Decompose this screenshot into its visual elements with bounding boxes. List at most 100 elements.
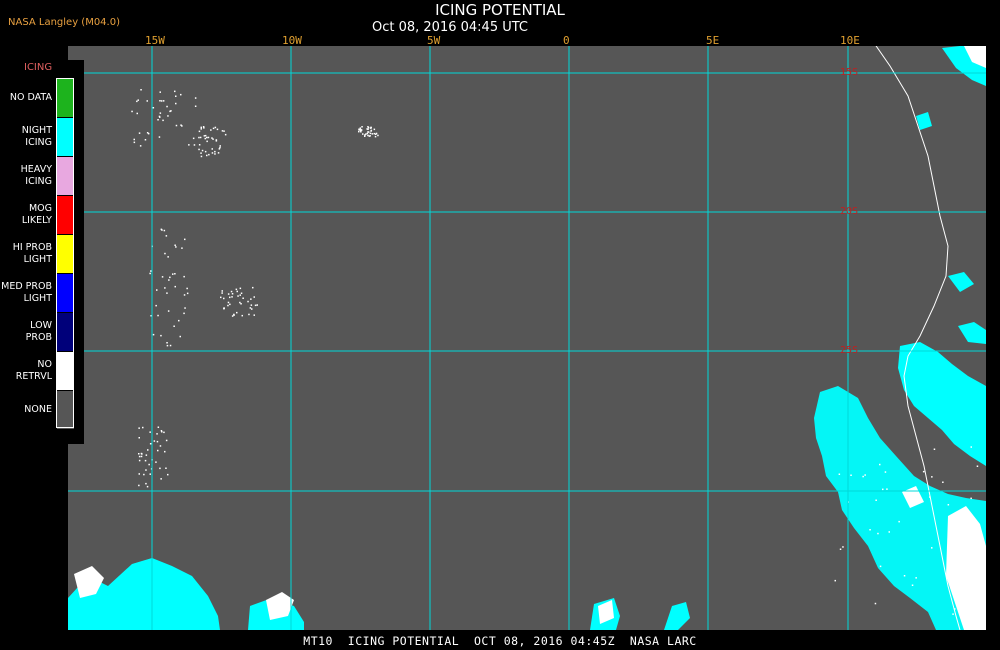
cloud-speckle [931, 547, 933, 549]
cloud-speckle [931, 476, 933, 478]
cloud-speckle [164, 252, 166, 255]
cloud-speckle [160, 478, 162, 480]
cloud-speckle [183, 312, 185, 315]
cloud-speckle [220, 296, 222, 299]
legend-border [56, 78, 74, 428]
cloud-speckle [161, 431, 163, 433]
cloud-speckle [138, 453, 140, 455]
cloud-speckle [157, 449, 159, 452]
cloud-speckle [194, 105, 197, 107]
cloud-speckle [250, 304, 253, 306]
cloud-speckle [359, 127, 362, 129]
cloud-speckle [173, 325, 175, 327]
cloud-speckle [370, 130, 372, 132]
cloud-speckle [201, 149, 204, 152]
cloud-speckle [157, 314, 159, 317]
cloud-speckle [149, 473, 151, 475]
cloud-speckle [362, 133, 364, 135]
cloud-speckle [230, 290, 233, 293]
cloud-speckle [140, 455, 143, 458]
cloud-speckle [159, 112, 162, 114]
cloud-speckle [249, 307, 252, 309]
cloud-speckle [199, 136, 202, 139]
cloud-speckle [155, 304, 157, 307]
cloud-speckle [174, 273, 176, 275]
cloud-speckle [942, 481, 944, 483]
cloud-speckle [219, 145, 221, 147]
cloud-speckle [175, 95, 177, 97]
cloud-speckle [231, 293, 234, 295]
cloud-speckle [875, 499, 877, 501]
cloud-speckle [223, 297, 225, 300]
cloud-speckle [164, 450, 166, 453]
cloud-speckle [229, 303, 231, 306]
cloud-speckle [221, 290, 223, 292]
cloud-speckle [152, 333, 155, 336]
cloud-speckle [200, 128, 202, 130]
cloud-speckle [202, 126, 205, 128]
cloud-speckle [133, 141, 136, 144]
cloud-speckle [912, 496, 914, 498]
cloud-speckle [235, 288, 238, 291]
cloud-speckle [874, 602, 877, 605]
cloud-speckle [911, 584, 914, 586]
cloud-speckle [864, 474, 866, 476]
cloud-speckle [155, 461, 157, 463]
cloud-speckle [231, 296, 233, 298]
cloud-speckle [153, 440, 156, 442]
cloud-speckle [144, 459, 147, 462]
cloud-speckle [227, 301, 230, 304]
cloud-speckle [174, 90, 176, 93]
cloud-speckle [162, 100, 165, 102]
cloud-speckle [145, 482, 147, 485]
legend-label: NIGHT ICING [21, 125, 52, 148]
cloud-speckle [161, 276, 164, 278]
cloud-speckle [148, 463, 150, 466]
cloud-speckle [149, 443, 152, 445]
cloud-speckle [373, 132, 376, 135]
cloud-speckle [198, 144, 201, 146]
cloud-speckle [175, 102, 177, 105]
cloud-speckle [163, 229, 166, 232]
cloud-speckle [146, 485, 149, 488]
cloud-speckle [174, 285, 176, 288]
cloud-speckle [842, 546, 844, 548]
cloud-speckle [139, 145, 142, 147]
cloud-speckle [142, 426, 144, 429]
cloud-speckle [952, 613, 954, 615]
cloud-speckle [136, 100, 138, 103]
cloud-speckle [166, 344, 169, 347]
cloud-speckle [834, 579, 836, 582]
cloud-speckle [838, 473, 841, 475]
cloud-speckle [219, 146, 221, 149]
cloud-speckle [138, 132, 141, 134]
cloud-speckle [166, 292, 168, 294]
cloud-speckle [156, 433, 158, 435]
legend-label: NO DATA [9, 92, 52, 103]
cloud-speckle [181, 247, 183, 249]
legend-label: MED PROB LIGHT [1, 281, 52, 304]
cloud-speckle [214, 150, 216, 153]
cloud-speckle [253, 296, 255, 298]
cloud-speckle [169, 276, 171, 279]
cloud-speckle [160, 100, 163, 102]
cloud-speckle [360, 131, 362, 133]
cloud-speckle [207, 136, 210, 139]
cloud-speckle [138, 437, 140, 439]
cloud-speckle [211, 148, 213, 150]
cloud-speckle [204, 137, 206, 140]
cloud-speckle [160, 334, 162, 337]
cloud-speckle [138, 459, 141, 462]
cloud-speckle [221, 292, 223, 294]
cloud-speckle [161, 229, 163, 231]
cloud-speckle [239, 294, 241, 296]
cloud-speckle [206, 154, 208, 157]
cloud-speckle [186, 292, 189, 295]
cloud-speckle [192, 137, 195, 140]
cloud-speckle [165, 235, 168, 237]
cloud-speckle [175, 246, 177, 248]
cloud-speckle [237, 295, 239, 297]
cloud-speckle [159, 100, 161, 102]
cloud-speckle [236, 311, 238, 314]
cloud-speckle [178, 319, 180, 322]
